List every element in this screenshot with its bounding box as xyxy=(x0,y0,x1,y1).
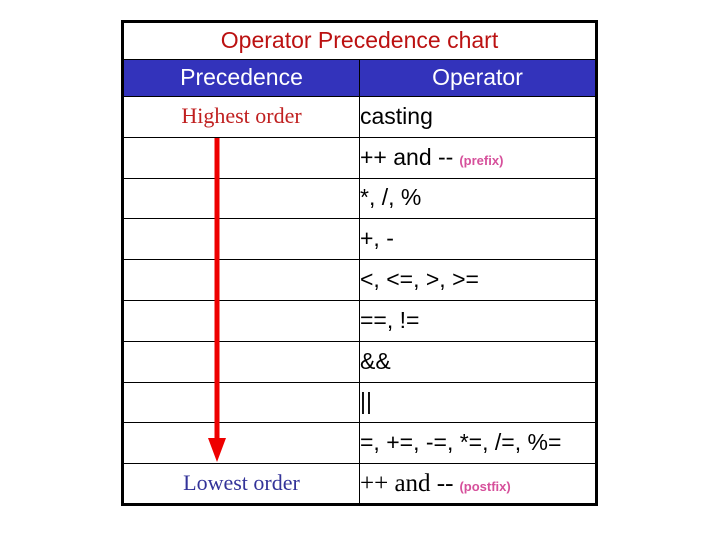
operator-text-5: ==, != xyxy=(360,306,420,333)
precedence-cell-0: Highest order xyxy=(122,96,360,138)
operator-note-6 xyxy=(391,357,397,372)
operator-cell-2: *, /, % xyxy=(359,177,597,220)
operator-cell-5: ==, != xyxy=(359,299,597,342)
operator-text-2: *, /, % xyxy=(360,184,422,211)
precedence-cell-5 xyxy=(122,299,360,342)
operator-note-8 xyxy=(561,438,567,453)
operator-note-9: (postfix) xyxy=(459,479,511,495)
column-header-precedence: Precedence xyxy=(180,64,303,90)
page-title: Operator Precedence chart xyxy=(220,27,499,53)
table-row: =, +=, -=, *=, /=, %= xyxy=(122,422,597,465)
operator-text-8: =, +=, -=, *=, /=, %= xyxy=(360,429,562,456)
operator-note-2 xyxy=(421,193,427,208)
operator-cell-6: && xyxy=(359,340,597,383)
table-row: Highest order casting xyxy=(122,96,597,138)
operator-note-0 xyxy=(433,112,439,127)
header-cell-precedence: Precedence xyxy=(122,59,360,97)
operator-cell-8: =, +=, -=, *=, /=, %= xyxy=(359,422,597,465)
operator-text-9: ++ and -- xyxy=(360,470,454,498)
operator-text-7: || xyxy=(360,388,372,415)
operator-cell-7: || xyxy=(359,381,597,424)
table-row: *, /, % xyxy=(122,177,597,220)
column-header-operator: Operator xyxy=(432,64,523,90)
operator-note-3 xyxy=(394,234,400,249)
precedence-cell-2 xyxy=(122,177,360,220)
operator-text-0: casting xyxy=(360,102,433,129)
precedence-cell-8 xyxy=(122,422,360,465)
operator-cell-4: <, <=, >, >= xyxy=(359,259,597,301)
operator-text-3: +, - xyxy=(360,225,394,252)
table-row: ++ and -- (prefix) xyxy=(122,136,597,179)
header-cell-operator: Operator xyxy=(359,59,597,97)
chart-title-cell: Operator Precedence chart xyxy=(122,21,597,60)
precedence-cell-1 xyxy=(122,136,360,179)
precedence-cell-9: Lowest order xyxy=(122,463,360,505)
table-row: <, <=, >, >= xyxy=(122,259,597,301)
table-title-row: Operator Precedence chart xyxy=(122,21,597,60)
precedence-cell-7 xyxy=(122,381,360,424)
operator-cell-9: ++ and -- (postfix) xyxy=(359,463,597,505)
table-header-row: Precedence Operator xyxy=(122,59,597,97)
table-row: ==, != xyxy=(122,299,597,342)
precedence-cell-6 xyxy=(122,340,360,383)
operator-cell-0: casting xyxy=(359,96,597,138)
precedence-cell-3 xyxy=(122,218,360,261)
operator-precedence-table: Operator Precedence chart Precedence Ope… xyxy=(121,20,598,506)
operator-cell-3: +, - xyxy=(359,218,597,261)
operator-cell-1: ++ and -- (prefix) xyxy=(359,136,597,179)
precedence-label-highest: Highest order xyxy=(181,103,302,129)
operator-note-1: (prefix) xyxy=(459,152,504,168)
table-row: && xyxy=(122,340,597,383)
operator-note-5 xyxy=(419,316,425,331)
table-row: || xyxy=(122,381,597,424)
precedence-label-lowest: Lowest order xyxy=(183,470,300,496)
operator-text-1: ++ and -- xyxy=(360,143,454,170)
operator-text-4: <, <=, >, >= xyxy=(360,266,479,293)
table-row: Lowest order ++ and -- (postfix) xyxy=(122,463,597,505)
operator-text-6: && xyxy=(360,347,391,374)
slide-canvas: Operator Precedence chart Precedence Ope… xyxy=(0,0,720,540)
operator-note-4 xyxy=(479,275,485,290)
table-row: +, - xyxy=(122,218,597,261)
operator-note-7 xyxy=(372,397,378,412)
precedence-cell-4 xyxy=(122,259,360,301)
